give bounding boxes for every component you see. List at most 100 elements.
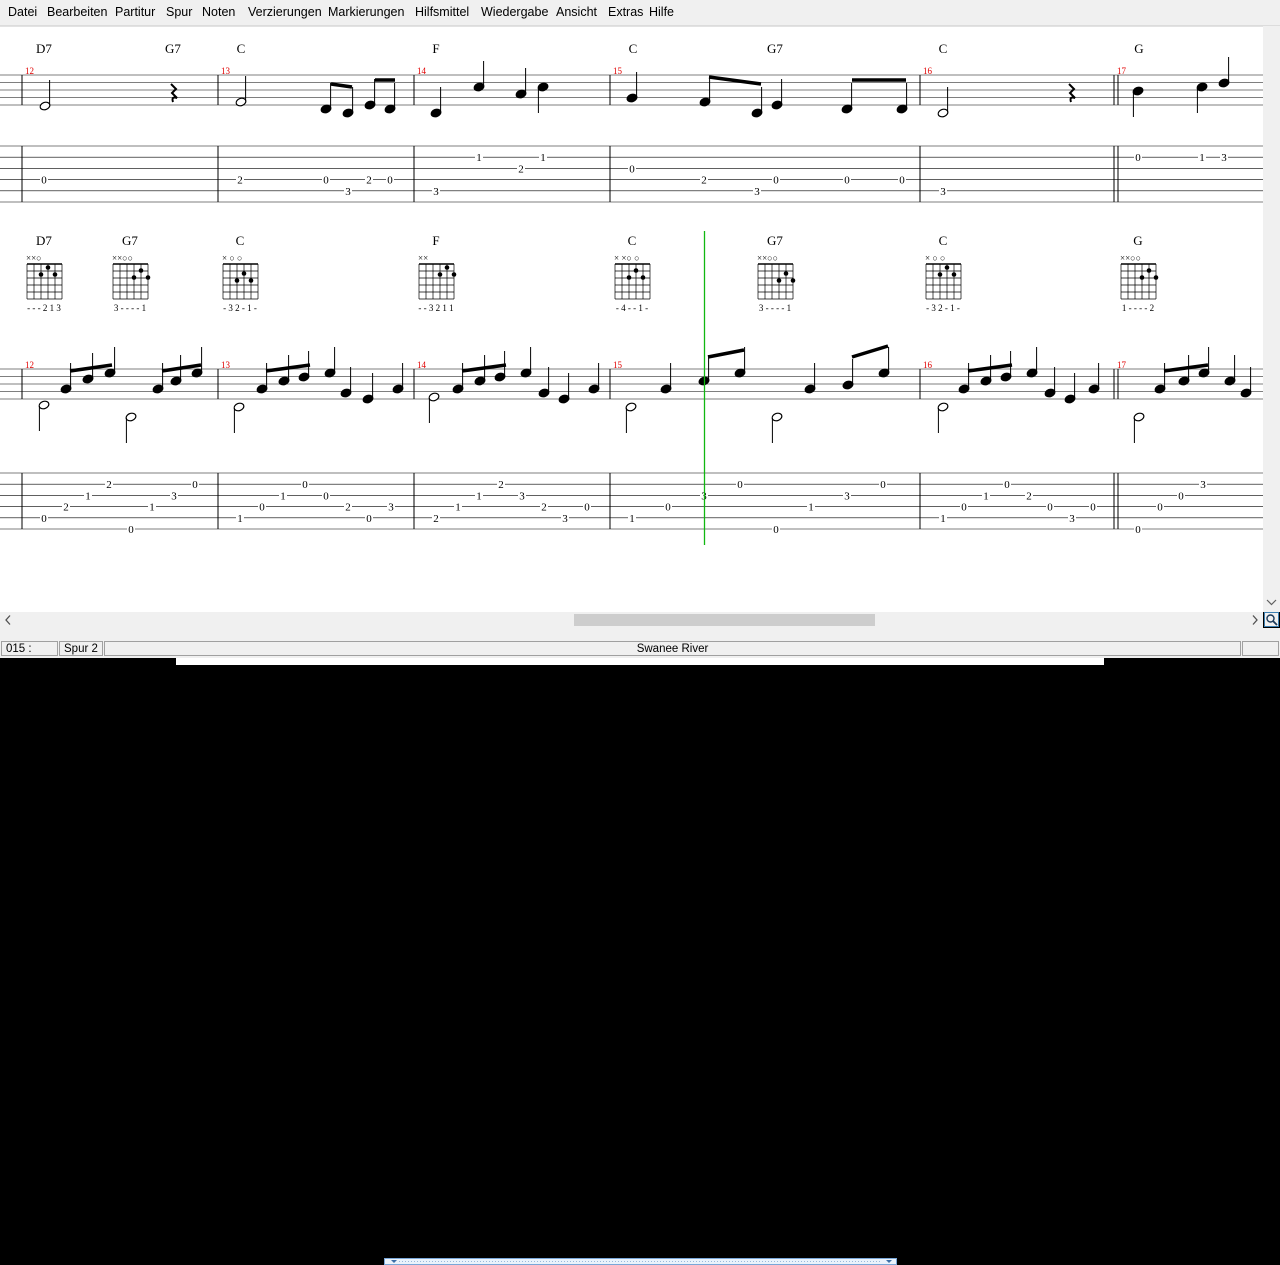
chord-finger-dot [783,271,789,276]
scroll-thumb[interactable] [574,614,875,626]
tab-fret-number: 2 [106,479,112,491]
vertical-scrollbar[interactable] [1263,26,1280,612]
tab-fret-number: 1 [983,490,989,502]
chord-name: G7 [122,233,138,248]
chord-name: G [1133,233,1142,248]
scroll-left-icon[interactable] [0,612,16,628]
tab-fret-number: 0 [584,502,590,514]
tab-fret-number: 1 [808,502,814,514]
chord-fingering: - - - 2 1 3 [27,303,61,313]
chord-name: F [432,233,439,248]
zoom-button[interactable] [1264,612,1279,627]
tab-fret-number: 0 [1157,502,1163,514]
tab-fret-number: 2 [498,479,504,491]
menu-ansicht[interactable]: Ansicht [556,0,597,25]
tab-fret-number: 0 [1004,479,1010,491]
chord-string-marks: × ○ ○ [925,253,945,263]
tab-fret-number: 1 [540,152,546,164]
chord-string-marks: ××○○ [757,253,778,263]
chord-finger-dot [38,272,44,277]
tab-fret-number: 2 [366,175,372,187]
chord-string-marks: ××○○ [1120,253,1141,263]
chord-fingering: 1 - - - - 2 [1122,303,1154,313]
tab-fret-number: 0 [844,175,850,187]
chord-fingering: - - 3 2 1 1 [418,303,453,313]
chord-name: C [236,233,245,248]
menu-verzierungen[interactable]: Verzierungen [248,0,322,25]
chord-name: D7 [36,233,52,248]
chord-name: G7 [767,41,783,56]
chord-finger-dot [951,272,957,277]
chord-finger-dot [234,278,240,283]
tab-fret-number: 2 [345,502,351,514]
tab-fret-number: 0 [1090,502,1096,514]
chord-finger-dot [790,278,796,283]
measure-number: 16 [923,360,933,370]
tab-fret-number: 3 [171,490,177,502]
score-canvas[interactable]: D7 G7 C F C G7 C G12 13 14 15 16 170 2 032 031210230 0 03… [0,27,1263,613]
menu-noten[interactable]: Noten [202,0,235,25]
note-beam [707,348,745,359]
measure-number: 17 [1117,66,1127,76]
chord-name: C [628,233,637,248]
note-beam [708,75,762,86]
chord-fingering: - 4 - - 1 - [616,303,648,313]
tab-fret-number: 2 [701,175,707,187]
tab-fret-number: 3 [844,490,850,502]
menu-markierungen[interactable]: Markierungen [328,0,404,25]
tab-fret-number: 3 [1221,152,1227,164]
chord-finger-dot [1146,268,1152,273]
magnifier-icon [1266,614,1278,626]
measure-number: 17 [1117,360,1127,370]
menu-wiedergabe[interactable]: Wiedergabe [481,0,548,25]
status-track: Spur 2 [59,641,103,656]
tab-fret-number: 2 [518,163,524,175]
scroll-right-icon[interactable] [1247,612,1263,628]
chord-name: G7 [767,233,783,248]
chord-name: F [432,41,439,56]
scroll-down-icon[interactable] [1263,26,1280,612]
measure-number: 13 [221,360,231,370]
tab-fret-number: 0 [629,163,635,175]
tab-fret-number: 1 [476,490,482,502]
menu-extras[interactable]: Extras [608,0,643,25]
chord-finger-dot [633,268,639,273]
status-empty [1242,641,1279,656]
note-beam [461,363,507,373]
tab-fret-number: 0 [41,175,47,187]
chord-finger-dot [451,272,457,277]
measure-number: 13 [221,66,231,76]
tab-fret-number: 0 [1135,524,1141,536]
score-view[interactable]: D7 G7 C F C G7 C G 12 13 14 15 16 17 0 2 0 3 2 0 3 1 2 1 0 2 3 0 0 0 3… [0,26,1263,613]
chord-finger-dot [1139,275,1145,280]
chord-fingering: 3 - - - - 1 [114,303,146,313]
chord-finger-dot [640,275,646,280]
chord-finger-dot [241,271,247,276]
tab-fret-number: 3 [1069,513,1075,525]
menu-datei[interactable]: Datei [8,0,37,25]
chord-name: C [629,41,638,56]
panel-splitter[interactable] [384,1258,897,1265]
measure-number: 14 [417,66,427,76]
chord-finger-dot [944,265,950,270]
menu-partitur[interactable]: Partitur [115,0,155,25]
chord-string-marks: × ○ ○ [222,253,242,263]
menu-spur[interactable]: Spur [166,0,192,25]
menu-hilfe[interactable]: Hilfe [649,0,674,25]
measure-number: 16 [923,66,933,76]
tab-fret-number: 1 [280,490,286,502]
note-beam [330,82,353,89]
measure-number: 12 [25,360,34,370]
horizontal-scrollbar[interactable] [0,612,1263,628]
chord-finger-dot [776,278,782,283]
tab-fret-number: 0 [41,513,47,525]
note-beam [69,363,113,373]
tab-fret-number: 0 [773,524,779,536]
chord-name: C [939,233,948,248]
tab-fret-number: 0 [1178,490,1184,502]
chord-finger-dot [248,278,254,283]
tab-fret-number: 0 [192,479,198,491]
menu-hilfsmittel[interactable]: Hilfsmittel [415,0,469,25]
tab-fret-number: 0 [366,513,372,525]
menu-bearbeiten[interactable]: Bearbeiten [47,0,107,25]
